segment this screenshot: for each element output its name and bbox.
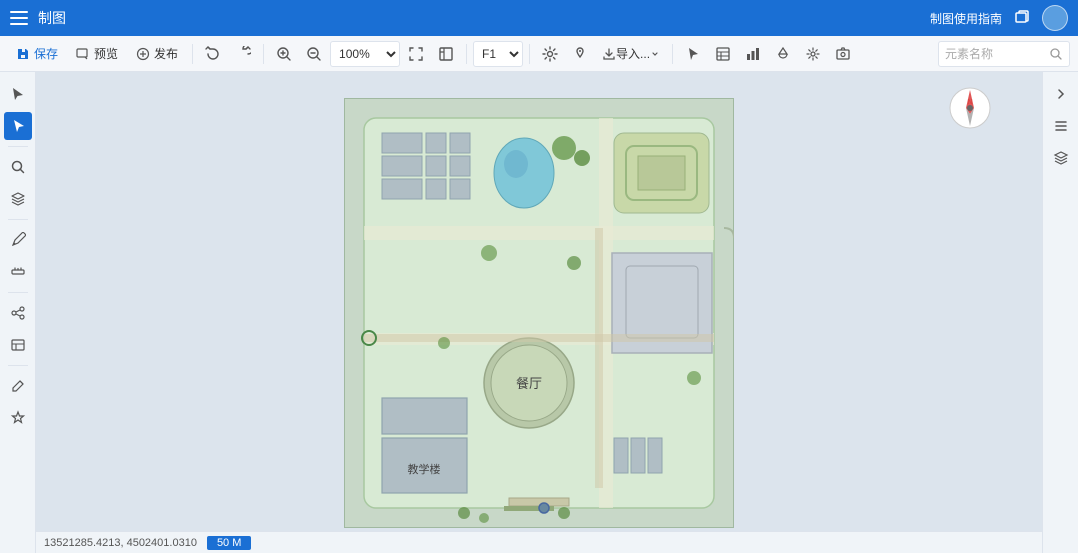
search-icon [1049, 47, 1063, 61]
save-button[interactable]: 保存 [8, 40, 66, 68]
sidebar-sep2 [8, 219, 28, 220]
sep5 [672, 44, 673, 64]
sidebar-sep4 [8, 365, 28, 366]
zoom-select[interactable]: 100% 50%75%100%125%150%200% [330, 41, 400, 67]
table-tool-btn2[interactable] [709, 40, 737, 68]
import-btn[interactable]: 导入... [596, 40, 666, 68]
guide-link[interactable]: 制图使用指南 [930, 10, 1002, 27]
sep1 [192, 44, 193, 64]
window-restore-btn[interactable] [1014, 9, 1030, 28]
right-sidebar [1042, 72, 1078, 553]
title-bar: 制图 制图使用指南 [0, 0, 1078, 36]
settings-tool-btn[interactable] [536, 40, 564, 68]
list-right-btn[interactable] [1047, 112, 1075, 140]
sidebar-sep3 [8, 292, 28, 293]
search-box [938, 41, 1070, 67]
layer-tool-btn[interactable] [4, 185, 32, 213]
preview-button[interactable]: 预览 [68, 40, 126, 68]
left-sidebar [0, 72, 36, 553]
measure-tool-btn[interactable] [4, 258, 32, 286]
expand-button[interactable] [432, 40, 460, 68]
photo-tool-btn[interactable] [829, 40, 857, 68]
svg-text:教学楼: 教学楼 [408, 462, 441, 476]
share-tool-btn[interactable] [4, 299, 32, 327]
redo-button[interactable] [229, 40, 257, 68]
table-tool-btn[interactable] [4, 331, 32, 359]
draw-tool-btn[interactable] [4, 226, 32, 254]
map-canvas: 餐厅 教学楼 [344, 98, 734, 528]
zoom-in-button[interactable] [270, 40, 298, 68]
canvas-area[interactable]: 餐厅 教学楼 [36, 72, 1042, 553]
edit-tool-btn[interactable] [4, 372, 32, 400]
zoom-out-button[interactable] [300, 40, 328, 68]
fit-screen-button[interactable] [402, 40, 430, 68]
app-title: 制图 [38, 8, 930, 28]
main-area: 餐厅 教学楼 [0, 72, 1078, 553]
pin-tool-btn[interactable] [566, 40, 594, 68]
sidebar-sep1 [8, 146, 28, 147]
scale-badge: 50 M [207, 536, 251, 550]
publish-button[interactable]: 发布 [128, 40, 186, 68]
page-select[interactable]: F1F2F3 [473, 41, 523, 67]
user-avatar[interactable] [1042, 5, 1068, 31]
menu-icon[interactable] [10, 11, 28, 25]
expand-right-btn[interactable] [1047, 80, 1075, 108]
bucket-tool-btn[interactable] [769, 40, 797, 68]
chart-tool-btn[interactable] [739, 40, 767, 68]
layers-right-btn[interactable] [1047, 144, 1075, 172]
sep2 [263, 44, 264, 64]
undo-button[interactable] [199, 40, 227, 68]
coordinates: 13521285.4213, 4502401.0310 [44, 537, 197, 549]
search-input[interactable] [945, 47, 1045, 61]
search-tool-btn[interactable] [4, 153, 32, 181]
right-controls: 制图使用指南 [930, 5, 1068, 31]
select-tool-btn[interactable] [4, 112, 32, 140]
gear-tool-btn[interactable] [799, 40, 827, 68]
cursor-btn[interactable] [679, 40, 707, 68]
compass: N [948, 86, 992, 130]
toolbar: 保存 预览 发布 100% 50%75%100%125%150%200% F1F… [0, 36, 1078, 72]
sep3 [466, 44, 467, 64]
svg-text:餐厅: 餐厅 [516, 376, 542, 391]
status-bar: 13521285.4213, 4502401.0310 50 M [36, 531, 1042, 553]
sep4 [529, 44, 530, 64]
cursor-tool-btn[interactable] [4, 80, 32, 108]
svg-text:N: N [967, 99, 972, 106]
annotate-tool-btn[interactable] [4, 404, 32, 432]
